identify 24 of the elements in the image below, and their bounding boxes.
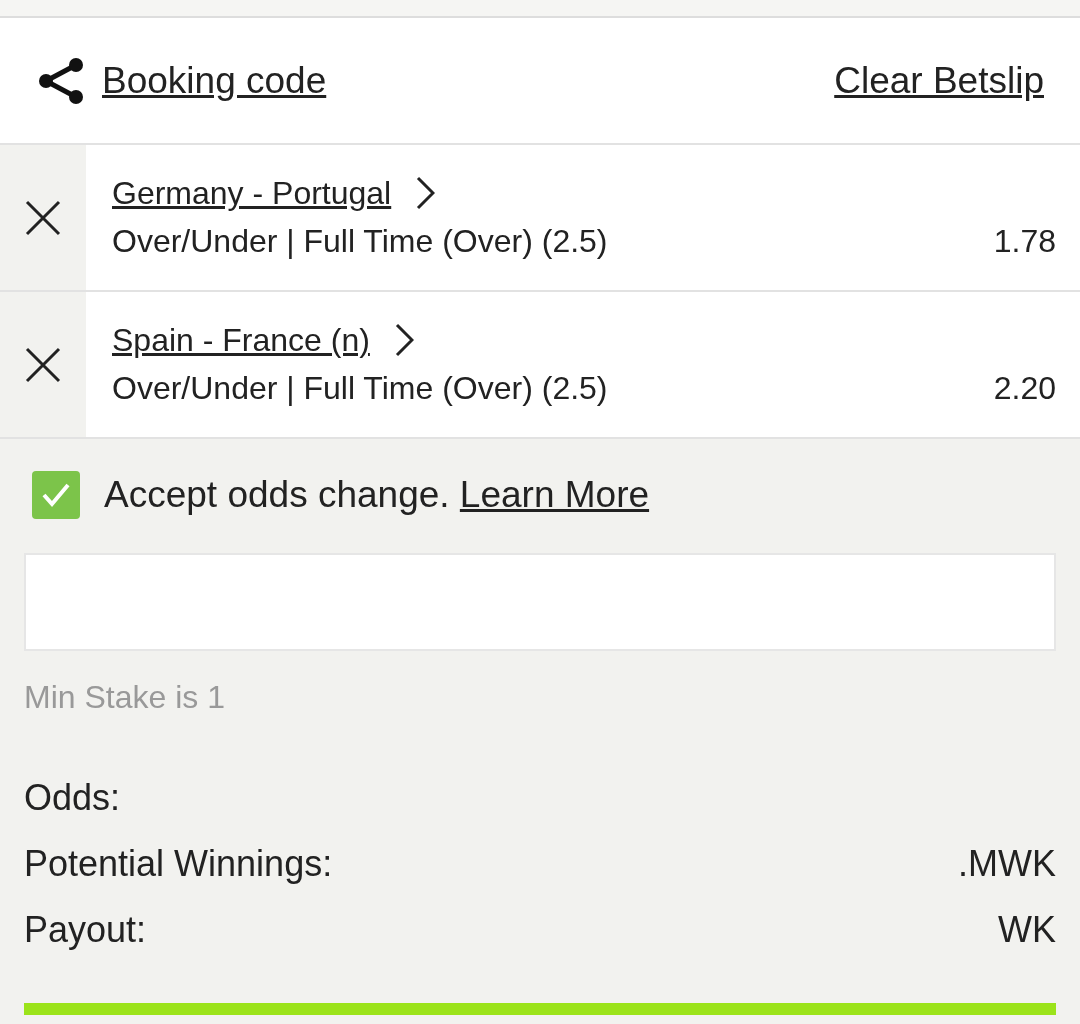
match-link[interactable]: Germany - Portugal (112, 169, 392, 217)
chevron-right-icon (415, 176, 436, 210)
share-icon (36, 56, 86, 105)
summary-label: Payout: (24, 907, 147, 952)
market-text: Over/Under | Full Time (Over) (2.5) (112, 222, 608, 261)
summary-value: WK (998, 907, 1056, 952)
stake-field[interactable] (24, 552, 1056, 651)
market-text: Over/Under | Full Time (Over) (2.5) (112, 369, 608, 408)
close-icon[interactable] (25, 346, 61, 383)
learn-more-link[interactable]: Learn More (459, 474, 650, 515)
summary-label: Potential Winnings: (24, 841, 333, 886)
checkbox[interactable] (32, 470, 80, 519)
clear-betslip-link[interactable]: Clear Betslip (834, 52, 1044, 109)
odds-value: 2.20 (993, 369, 1056, 408)
check-icon (41, 481, 71, 508)
chevron-right-icon (393, 323, 414, 357)
accept-odds-label: Accept odds change. (104, 474, 450, 515)
close-icon[interactable] (25, 199, 61, 236)
min-stake-hint: Min Stake is 1 (24, 677, 226, 717)
summary-label: Odds: (24, 775, 121, 820)
odds-value: 1.78 (993, 222, 1056, 261)
match-link[interactable]: Spain - France (n) (112, 316, 370, 364)
summary-value: .MWK (958, 841, 1056, 886)
booking-code-link[interactable]: Booking code (102, 52, 327, 109)
